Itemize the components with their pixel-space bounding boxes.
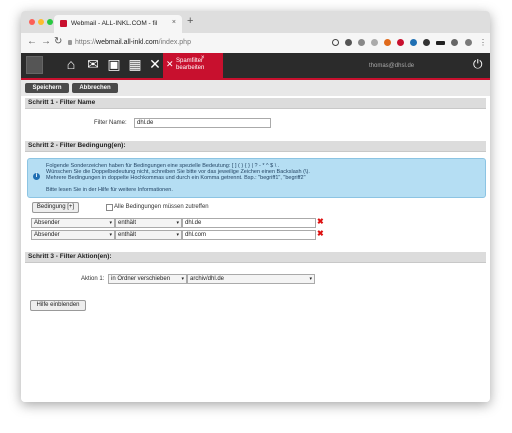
all-conditions-label: Alle Bedingungen müssen zutreffen: [114, 204, 209, 210]
power-icon[interactable]: ⏻: [473, 57, 483, 72]
extension-icon[interactable]: [358, 39, 365, 46]
condition-field-value: Absender: [34, 220, 60, 226]
condition-operator-value: enthält: [118, 220, 137, 226]
filter-name-label: Filter Name:: [94, 120, 127, 126]
select-arrow-icon: ▾: [176, 232, 179, 238]
browser-window: Webmail - ALL-INKL.COM - fil × + ← → ↻ h…: [21, 11, 490, 402]
condition-field-select[interactable]: Absender ▾: [31, 218, 115, 228]
logo: [26, 56, 43, 74]
filter-tools-icon: ✕: [166, 59, 174, 69]
extension-icon[interactable]: [397, 39, 404, 46]
url-prefix: https://: [75, 39, 97, 46]
close-window-button[interactable]: [29, 19, 35, 25]
active-app-tab[interactable]: ✕ Spamfilter bearbeiten ×: [163, 53, 223, 78]
maximize-window-button[interactable]: [47, 19, 53, 25]
condition-value-input[interactable]: dhl.de: [182, 218, 316, 228]
step3-title: Schritt 3 - Filter Aktion(en):: [28, 253, 112, 260]
back-icon[interactable]: ←: [27, 36, 37, 47]
contacts-icon[interactable]: ▣: [106, 56, 122, 72]
active-tab-line2: bearbeiten: [176, 65, 205, 71]
calendar-icon[interactable]: ▦: [127, 56, 143, 72]
browser-tab[interactable]: Webmail - ALL-INKL.COM - fil ×: [54, 15, 182, 33]
add-condition-button[interactable]: Bedingung [+]: [32, 202, 79, 213]
active-tab-line1: Spamfilter: [176, 58, 204, 64]
step2-header: Schritt 2 - Filter Bedingung(en):: [25, 141, 486, 152]
extension-icon[interactable]: [384, 39, 391, 46]
all-conditions-checkbox[interactable]: [106, 204, 113, 211]
save-button[interactable]: Speichern: [25, 83, 69, 93]
reload-icon[interactable]: ↻: [54, 36, 62, 47]
filter-name-input[interactable]: dhl.de: [134, 118, 271, 128]
url-path: /index.php: [158, 39, 191, 46]
toolbar: Speichern Abbrechen: [21, 80, 490, 96]
condition-operator-value: enthält: [118, 232, 137, 238]
tab-title: Webmail - ALL-INKL.COM - fil: [71, 20, 158, 27]
action-value: in Ordner verschieben: [111, 276, 171, 282]
info-icon: i: [33, 173, 40, 180]
lock-icon: [68, 40, 72, 45]
app-bar: ⌂ ✉ ▣ ▦ ✕ ✕ Spamfilter bearbeiten × thom…: [21, 53, 490, 80]
url-field[interactable]: https://webmail.all-inkl.com/index.php: [75, 39, 191, 46]
tab-bar: Webmail - ALL-INKL.COM - fil × +: [21, 11, 490, 33]
info-line-4: Bitte lesen Sie in der Hilfe für weitere…: [46, 187, 173, 193]
select-arrow-icon: ▾: [309, 276, 312, 282]
condition-operator-select[interactable]: enthält ▾: [115, 218, 182, 228]
main-content: Speichern Abbrechen Schritt 1 - Filter N…: [21, 80, 490, 402]
select-arrow-icon: ▾: [176, 220, 179, 226]
user-email: thomas@dhsl.de: [369, 63, 415, 69]
pen-icon[interactable]: [423, 39, 430, 46]
condition-operator-select[interactable]: enthält ▾: [115, 230, 182, 240]
select-arrow-icon: ▾: [109, 232, 112, 238]
extension-icon[interactable]: [371, 39, 378, 46]
folder-select[interactable]: archiv/dhl.de ▾: [187, 274, 315, 284]
address-bar: ← → ↻ https://webmail.all-inkl.com/index…: [21, 33, 490, 54]
menu-dots-icon[interactable]: ⋮: [479, 38, 487, 47]
delete-condition-icon[interactable]: ✖: [317, 229, 324, 238]
info-box: i Folgende Sonderzeichen haben für Bedin…: [27, 158, 486, 198]
select-arrow-icon: ▾: [181, 276, 184, 282]
action-select[interactable]: in Ordner verschieben ▾: [108, 274, 187, 284]
step3-header: Schritt 3 - Filter Aktion(en):: [25, 252, 486, 263]
url-host: webmail.all-inkl.com: [96, 39, 159, 46]
condition-value-input[interactable]: dhl.com: [182, 230, 316, 240]
tab-close-icon[interactable]: ×: [172, 19, 176, 26]
forward-icon[interactable]: →: [41, 36, 51, 47]
delete-condition-icon[interactable]: ✖: [317, 217, 324, 226]
minimize-window-button[interactable]: [38, 19, 44, 25]
action-label: Aktion 1:: [81, 276, 105, 282]
active-tab-close-icon[interactable]: ×: [201, 55, 205, 61]
home-icon[interactable]: ⌂: [63, 56, 79, 72]
step1-header: Schritt 1 - Filter Name: [25, 98, 486, 109]
condition-field-select[interactable]: Absender ▾: [31, 230, 115, 240]
folder-value: archiv/dhl.de: [190, 276, 225, 282]
extension-icon[interactable]: [410, 39, 417, 46]
step1-title: Schritt 1 - Filter Name: [28, 99, 96, 106]
favicon-icon: [60, 20, 67, 27]
help-button[interactable]: Hilfe einblenden: [30, 300, 86, 311]
select-arrow-icon: ▾: [109, 220, 112, 226]
tools-icon[interactable]: ✕: [147, 56, 163, 72]
extension-icon[interactable]: [451, 39, 458, 46]
info-line-3: Mehrere Bedingungen in doppelte Hochkomm…: [46, 175, 306, 181]
mail-icon[interactable]: ✉: [85, 56, 101, 72]
block-icon[interactable]: [345, 39, 352, 46]
info-icon[interactable]: [332, 39, 339, 46]
cancel-button[interactable]: Abbrechen: [72, 83, 118, 93]
glasses-icon[interactable]: [436, 41, 445, 45]
avatar[interactable]: [465, 39, 472, 46]
step2-title: Schritt 2 - Filter Bedingung(en):: [28, 142, 126, 149]
condition-field-value: Absender: [34, 232, 60, 238]
new-tab-button[interactable]: +: [187, 15, 193, 27]
